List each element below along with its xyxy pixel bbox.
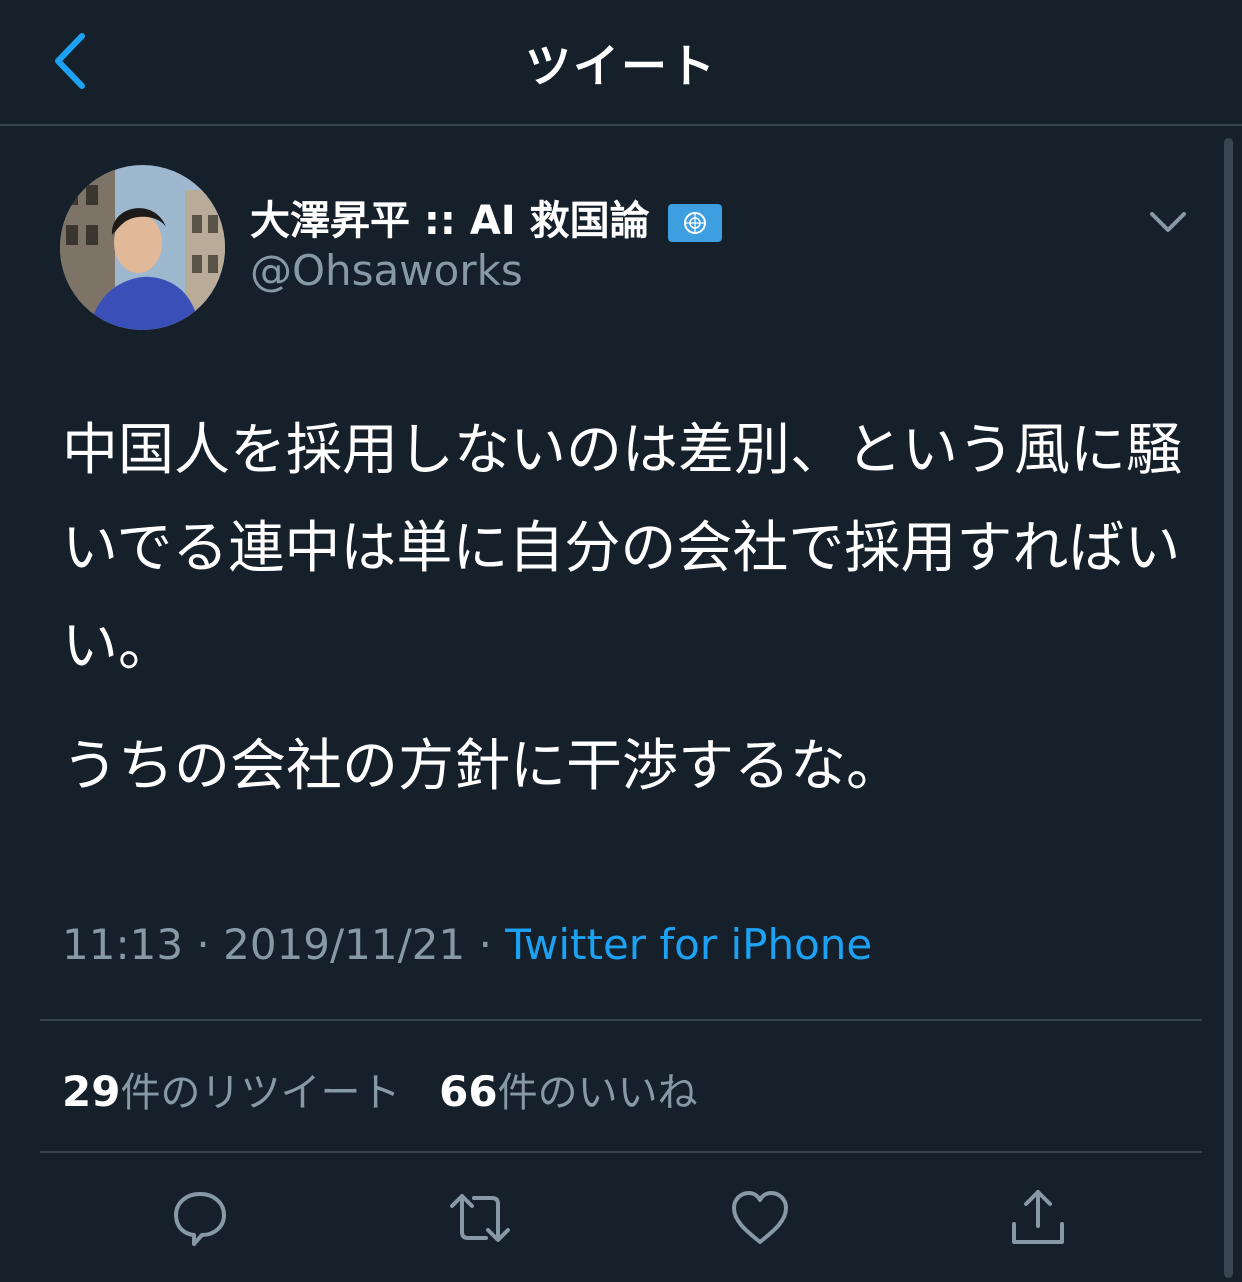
tweet-source-link[interactable]: Twitter for iPhone [505,920,872,969]
retweets-stat[interactable]: 29件のリツイート [62,1067,401,1116]
avatar[interactable] [60,165,225,330]
retweet-button[interactable] [448,1186,512,1250]
tweet-text: 中国人を採用しないのは差別、という風に騒いでる連中は単に自分の会社で採用すればい… [62,402,1192,816]
tweet-metadata: 11:13 · 2019/11/21 · Twitter for iPhone [62,920,872,969]
like-button[interactable] [728,1186,792,1250]
retweet-icon [450,1194,510,1242]
chevron-down-icon [1150,212,1186,232]
share-button[interactable] [1006,1186,1070,1250]
top-nav-bar: ツイート [0,0,1242,126]
reply-button[interactable] [168,1186,232,1250]
meta-separator: · [478,920,492,969]
engagement-stats: 29件のリツイート 66件のいいね [62,1060,724,1118]
retweets-label: 件のリツイート [120,1070,401,1116]
user-handle[interactable]: @Ohsaworks [250,246,523,295]
un-flag-icon [667,204,722,242]
tweet-time: 11:13 [62,920,184,969]
tweet-paragraph: うちの会社の方針に干渉するな。 [62,734,902,799]
scrollbar[interactable] [1224,138,1233,1278]
tweet-paragraph: 中国人を採用しないのは差別、という風に騒いでる連中は単に自分の会社で採用すればい… [62,418,1182,679]
display-name[interactable]: 大澤昇平 :: AI 救国論 [250,188,722,246]
divider [40,1151,1202,1153]
divider [40,1019,1202,1021]
reply-icon [174,1192,226,1246]
page-title: ツイート [525,39,717,93]
tweet-date: 2019/11/21 [223,920,466,969]
share-icon [1012,1190,1064,1244]
retweets-count: 29 [62,1067,121,1116]
meta-separator: · [196,920,210,969]
more-options-button[interactable] [1146,200,1190,244]
likes-count: 66 [439,1067,498,1116]
likes-label: 件のいいね [497,1070,698,1116]
likes-stat[interactable]: 66件のいいね [439,1067,698,1116]
like-icon [732,1191,788,1244]
display-name-text: 大澤昇平 :: AI 救国論 [250,198,650,244]
